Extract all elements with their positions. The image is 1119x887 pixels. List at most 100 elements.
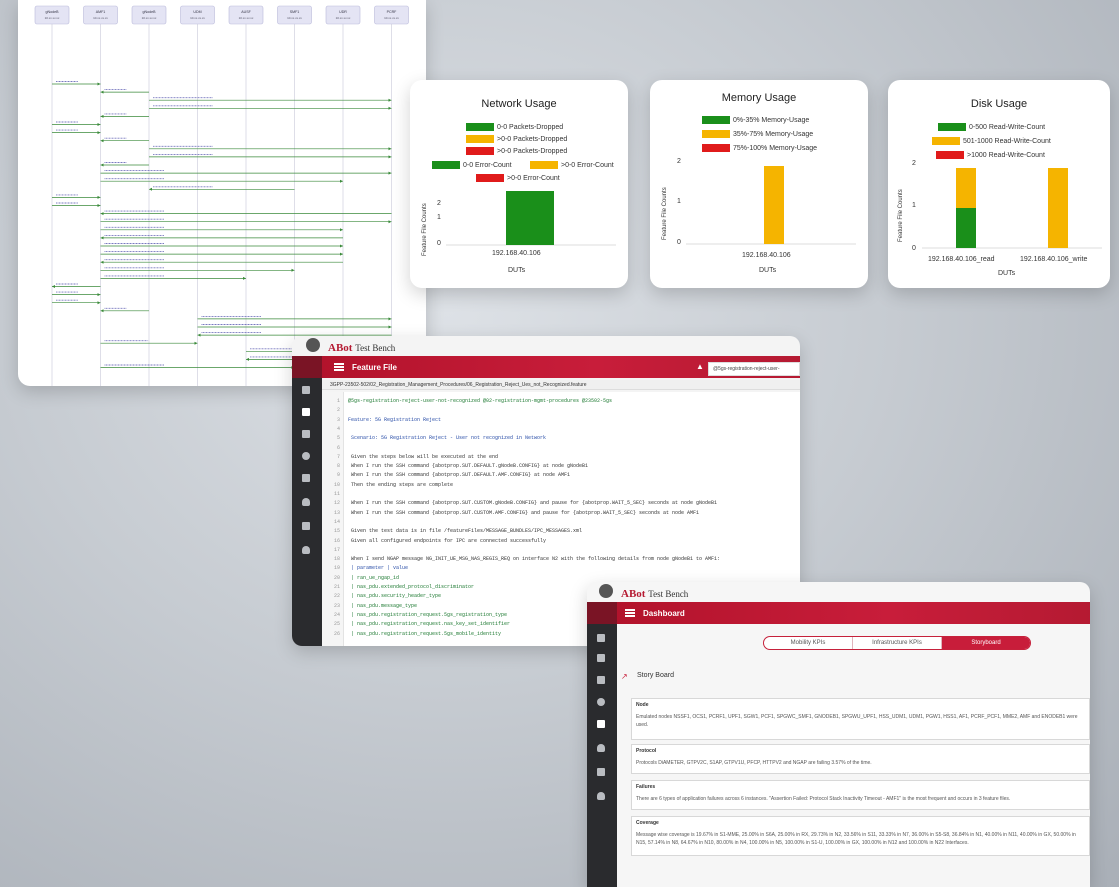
storyboard-title: Story Board xyxy=(637,672,674,679)
arrow-head xyxy=(149,187,152,191)
code-line: 16 Given all configured endpoints for IP… xyxy=(322,538,546,546)
code-text: | parameter | value xyxy=(348,565,409,572)
folder-icon[interactable] xyxy=(302,386,310,394)
code-text: When I run the SSH command {abotprop.SUT… xyxy=(348,509,700,516)
x-axis-label: DUTs xyxy=(998,270,1016,277)
wrench-icon[interactable] xyxy=(597,676,605,684)
y-tick: 1 xyxy=(912,202,916,209)
user-icon[interactable] xyxy=(302,498,310,506)
folder-icon[interactable] xyxy=(597,634,605,642)
legend-item: 0%-35% Memory-Usage xyxy=(702,116,809,124)
actor-sub-label: 10.xx.xx.xx xyxy=(239,16,254,20)
arrow-head xyxy=(100,212,104,216)
code-line: 6 xyxy=(322,445,348,453)
arrow-head xyxy=(291,268,295,272)
trend-icon[interactable] xyxy=(597,768,605,776)
network-usage-card: Network Usage 0-0 Packets-Dropped >0-0 P… xyxy=(410,80,628,288)
section-heading: Failures xyxy=(636,784,656,790)
arrow-head xyxy=(97,301,101,305)
arrow-head xyxy=(340,179,343,183)
y-tick: 0 xyxy=(677,239,681,246)
account-icon[interactable] xyxy=(597,792,605,800)
line-number: 9 xyxy=(336,472,340,479)
section-body: There are 6 types of application failure… xyxy=(636,796,1011,802)
disk-bars xyxy=(922,168,1102,249)
actor-box xyxy=(83,5,118,25)
user-icon[interactable] xyxy=(597,744,605,752)
arrow-head xyxy=(97,204,101,207)
arrow-head xyxy=(100,114,104,118)
node-section: Node Emulated nodes NSSF1, OCS1, PCRF1, … xyxy=(631,698,1090,740)
code-line: 4 xyxy=(322,426,348,434)
chart-icon[interactable] xyxy=(302,474,310,482)
arrow-head xyxy=(340,252,343,256)
gear-icon[interactable] xyxy=(302,452,310,460)
code-line: 15 Given the test data is in file /featu… xyxy=(322,528,582,536)
arrow-head xyxy=(388,155,392,159)
code-text: | nas_pdu.message_type xyxy=(348,602,418,609)
bar xyxy=(956,208,976,248)
actor-sub-label: 10.xx.xx.xx xyxy=(384,16,399,20)
actor-label: gNodeB xyxy=(143,10,157,14)
section-body: Emulated nodes NSSF1, OCS1, PCRF1, UPF1,… xyxy=(636,714,1078,728)
menu-icon[interactable] xyxy=(334,363,344,371)
arrow-head xyxy=(97,293,101,297)
menu-icon[interactable] xyxy=(625,609,635,617)
actor-sub-label: 10.xx.xx.xx xyxy=(45,16,60,20)
legend-swatch xyxy=(476,174,504,182)
legend-swatch xyxy=(938,123,966,131)
tab-storyboard[interactable]: Storyboard xyxy=(942,637,1030,649)
section-body: Protocols DiAMETER, GTPV2C, S1AP, GTPV1U… xyxy=(636,760,872,766)
code-text: | ran_ue_ngap_id xyxy=(348,574,400,581)
y-tick: 2 xyxy=(437,200,441,207)
search-input[interactable]: @5gs-registration-reject-user- xyxy=(708,362,800,376)
gear-icon[interactable] xyxy=(597,698,605,706)
trend-icon[interactable] xyxy=(302,522,310,530)
code-line: 13 When I run the SSH command {abotprop.… xyxy=(322,510,699,518)
legend-swatch xyxy=(702,144,730,152)
legend-swatch xyxy=(466,147,494,155)
line-number: 22 xyxy=(333,593,340,600)
code-line: 24 | nas_pdu.registration_request.5gs_re… xyxy=(322,612,507,620)
actor-label: SMF1 xyxy=(290,10,300,14)
actor-box xyxy=(325,5,361,25)
account-icon[interactable] xyxy=(302,546,310,554)
arrow-head xyxy=(194,341,198,345)
dashboard-window: ABot Test Bench Dashboard Mobility KPIs … xyxy=(587,582,1090,887)
arrow-head xyxy=(100,309,104,313)
code-text: Given the test data is in file /featureF… xyxy=(348,528,583,535)
tab-mobility-kpis[interactable]: Mobility KPIs xyxy=(764,637,853,649)
trend-chart-icon: ↗ xyxy=(621,672,628,681)
actor-label: UDM xyxy=(193,10,201,14)
code-line: 11 xyxy=(322,491,348,499)
arrow-head xyxy=(388,220,392,224)
arrow-head xyxy=(388,325,392,329)
y-tick: 0 xyxy=(912,245,916,252)
legend-item: >0-0 Error-Count xyxy=(530,161,614,169)
file-icon[interactable] xyxy=(302,408,310,416)
code-text: When I run the SSH command {abotprop.SUT… xyxy=(348,463,589,470)
x-axis-label: DUTs xyxy=(759,267,777,274)
arrow-head xyxy=(100,260,104,264)
line-number: 17 xyxy=(333,546,340,553)
file-icon[interactable] xyxy=(597,654,605,662)
code-line: 3 Feature: 5G Registration Reject xyxy=(322,417,441,425)
wrench-icon[interactable] xyxy=(302,430,310,438)
card-title: Disk Usage xyxy=(970,98,1028,110)
arrow-head xyxy=(100,163,104,167)
actor-sub-label: 10.xx.xx.xx xyxy=(142,16,157,20)
tab-infrastructure-kpis[interactable]: Infrastructure KPIs xyxy=(853,637,942,649)
code-text: Given all configured endpoints for IPC a… xyxy=(348,537,547,544)
chart-icon[interactable] xyxy=(597,720,605,728)
legend-swatch xyxy=(530,161,558,169)
code-line: 25 | nas_pdu.registration_request.nas_ke… xyxy=(322,621,510,629)
line-number: 5 xyxy=(336,435,340,442)
line-number: 16 xyxy=(333,537,340,544)
disk-usage-card: Disk Usage 0-500 Read-Write-Count 501-10… xyxy=(888,80,1110,288)
line-number: 25 xyxy=(333,621,340,628)
code-text: When I send NGAP message NG_INIT_UE_MSG_… xyxy=(348,556,721,563)
arrow-head xyxy=(388,147,392,151)
line-number: 12 xyxy=(333,500,340,507)
warning-icon[interactable]: ▲ xyxy=(696,362,704,371)
arrow-head xyxy=(388,106,392,110)
